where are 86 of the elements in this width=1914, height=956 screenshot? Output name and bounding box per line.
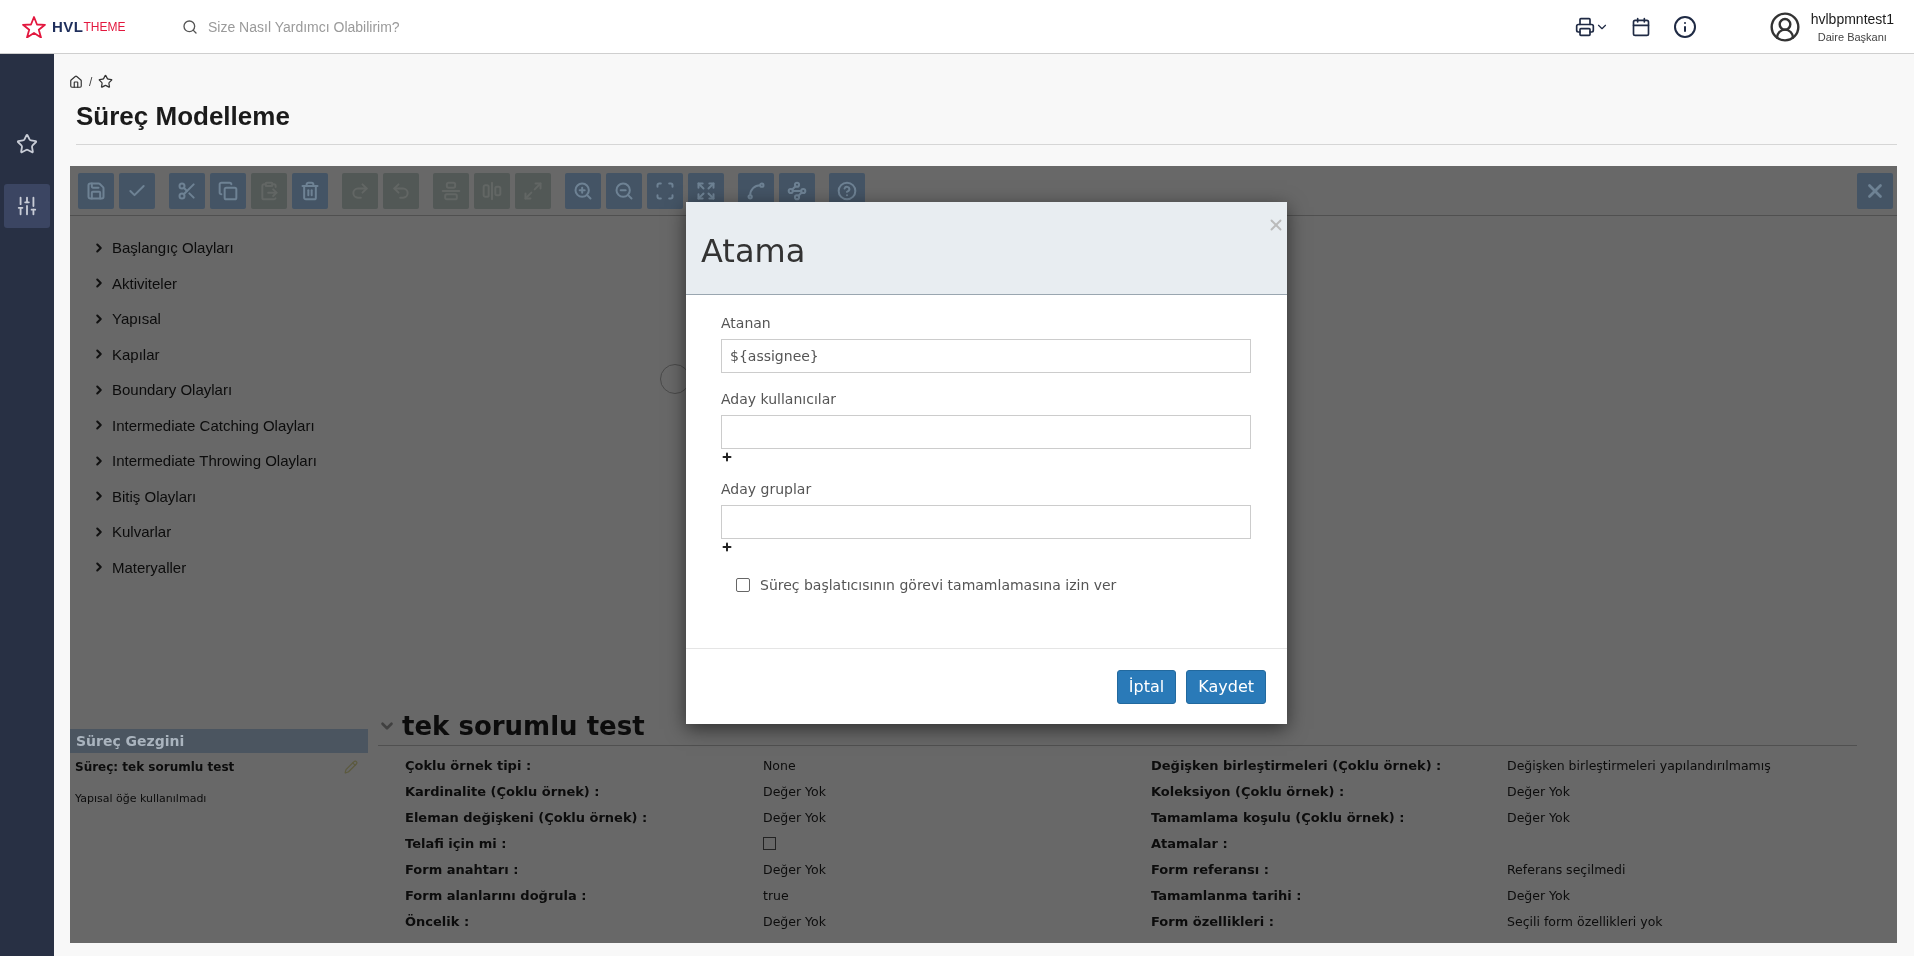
property-label: Koleksiyon (Çoklu örnek) :	[1151, 783, 1346, 799]
palette-group[interactable]: Başlangıç Olayları	[92, 238, 370, 257]
add-button[interactable]	[721, 541, 733, 553]
palette-group[interactable]: Kapılar	[92, 344, 370, 364]
close-editor-button[interactable]	[1857, 172, 1893, 209]
page-title: Süreç Modelleme	[76, 101, 1897, 145]
property-label: Tamamlanma tarihi :	[1151, 887, 1303, 903]
user-name: hvlbpmntest1	[1810, 10, 1894, 27]
help-icon	[837, 180, 857, 201]
plus-icon	[721, 451, 733, 463]
palette-group[interactable]: Aktiviteler	[92, 273, 370, 293]
search-field[interactable]: Size Nasıl Yardımcı Olabilirim?	[206, 17, 526, 36]
calendar-icon	[1630, 16, 1651, 37]
info-icon	[1672, 14, 1697, 39]
spline-icon	[746, 180, 766, 201]
property-label: Tamamlama koşulu (Çoklu örnek) :	[1151, 809, 1406, 825]
field-label: Aday gruplar	[721, 481, 813, 497]
property-label: Form özellikleri :	[1151, 913, 1275, 929]
property-value: None	[763, 757, 797, 773]
navigator-note: Yapısal öğe kullanılmadı	[74, 791, 208, 805]
user-role: Daire Başkanı	[1817, 30, 1887, 43]
pencil-icon[interactable]	[344, 760, 358, 774]
logo-subtext: THEME	[83, 19, 126, 34]
property-value: Değer Yok	[1507, 809, 1571, 825]
field-label: Aday kullanıcılar	[721, 391, 837, 407]
zoom-in-icon	[573, 180, 593, 201]
field-label: Atanan	[721, 315, 772, 331]
palette-group[interactable]: Bitiş Olayları	[92, 486, 370, 506]
property-label: Öncelik :	[405, 913, 471, 929]
expand-icon	[696, 180, 716, 201]
property-label: Eleman değişkeni (Çoklu örnek) :	[405, 809, 649, 825]
property-label: Çoklu örnek tipi :	[405, 757, 533, 773]
user-avatar-icon[interactable]	[1768, 10, 1801, 43]
property-value: Değer Yok	[763, 861, 827, 877]
property-label: Form alanlarını doğrula :	[405, 887, 588, 903]
property-label: Telafi için mi :	[405, 835, 508, 851]
property-label: Form referansı :	[1151, 861, 1270, 877]
plus-icon	[721, 541, 733, 553]
star-icon	[16, 133, 38, 155]
properties-title: tek sorumlu test	[402, 710, 645, 741]
property-value: true	[763, 887, 790, 903]
trash-icon	[300, 180, 320, 201]
star-icon[interactable]	[98, 74, 114, 89]
property-label: Form anahtarı :	[405, 861, 520, 877]
property-value: Seçili form özellikleri yok	[1507, 913, 1664, 929]
property-value: Değer Yok	[1507, 783, 1571, 799]
search-icon	[182, 18, 198, 35]
printer-icon	[1574, 16, 1595, 37]
property-value: Değer Yok	[1507, 887, 1571, 903]
cancel-button[interactable]: İptal	[1116, 669, 1177, 704]
home-icon[interactable]	[69, 74, 83, 89]
property-value: Değer Yok	[763, 913, 827, 929]
property-value: Değer Yok	[763, 809, 827, 825]
sidebar-item[interactable]	[4, 184, 50, 228]
save-button[interactable]: Kaydet	[1186, 669, 1266, 704]
palette-group[interactable]: Intermediate Catching Olayları	[92, 415, 370, 435]
property-value: Referans seçilmedi	[1507, 861, 1627, 877]
dialog-title: Atama	[701, 232, 806, 272]
navigator-process[interactable]: Süreç: tek sorumlu test	[75, 760, 235, 774]
checkbox[interactable]	[736, 578, 750, 592]
property-checkbox[interactable]	[763, 836, 776, 850]
property-value: Değer Yok	[763, 783, 827, 799]
checkbox-label: Süreç başlatıcısının görevi tamamlamasına izin ver	[760, 577, 1117, 593]
navigator-header: Süreç Gezgini	[70, 729, 368, 753]
palette-group[interactable]: Kulvarlar	[92, 522, 370, 541]
property-label: Kardinalite (Çoklu örnek) :	[405, 783, 601, 799]
palette-group[interactable]: Boundary Olayları	[92, 380, 370, 399]
breadcrumb-separator: /	[89, 74, 93, 89]
star-logo-icon	[22, 15, 46, 38]
palette-group[interactable]: Yapısal	[92, 309, 370, 328]
waypoints-icon	[787, 180, 807, 201]
input-field[interactable]: ${assignee}	[721, 339, 1251, 373]
input-field[interactable]	[721, 505, 1251, 539]
sliders-icon	[16, 195, 38, 217]
add-button[interactable]	[721, 451, 733, 463]
logo-text: HVL	[52, 18, 84, 35]
property-value: Değişken birleştirmeleri yapılandırılmamış	[1507, 757, 1772, 773]
palette-group[interactable]: Materyaller	[92, 557, 370, 577]
zoom-out-icon	[614, 180, 634, 201]
scissors-icon	[177, 180, 197, 201]
property-label: Değişken birleştirmeleri (Çoklu örnek) :	[1151, 757, 1443, 773]
input-field[interactable]	[721, 415, 1251, 449]
property-label: Atamalar :	[1151, 835, 1229, 851]
copy-icon	[218, 180, 238, 201]
palette-group[interactable]: Intermediate Throwing Olayları	[92, 451, 370, 470]
scan-frame-icon	[655, 180, 675, 201]
